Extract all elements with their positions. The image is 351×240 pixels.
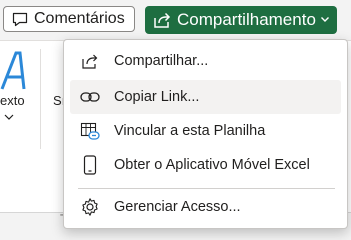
menu-item-label: Vincular a esta Planilha: [114, 123, 266, 139]
comments-button[interactable]: Comentários: [3, 6, 135, 32]
menu-item-copy-link[interactable]: Copiar Link...: [70, 80, 341, 114]
text-art-icon[interactable]: [0, 49, 26, 93]
chevron-down-icon[interactable]: [4, 113, 14, 121]
ribbon-divider: [40, 49, 41, 149]
link-icon: [80, 87, 100, 107]
comments-label: Comentários: [34, 10, 125, 27]
menu-divider: [78, 188, 335, 189]
mobile-phone-icon: [80, 155, 100, 175]
share-icon: [80, 51, 100, 71]
menu-item-manage-access[interactable]: Gerenciar Acesso...: [70, 190, 341, 224]
comment-icon: [11, 10, 29, 28]
menu-item-label: Gerenciar Acesso...: [114, 199, 241, 215]
share-icon: [152, 10, 172, 30]
title-bar: Comentários Compartilhamento: [0, 0, 351, 40]
menu-item-get-mobile-app[interactable]: Obter o Aplicativo Móvel Excel: [70, 148, 341, 182]
share-button[interactable]: Compartilhamento: [145, 6, 337, 34]
share-dropdown-menu: Compartilhar... Copiar Link... Vincular …: [63, 39, 348, 229]
menu-item-label: Compartilhar...: [114, 53, 209, 69]
menu-item-label: Copiar Link...: [114, 89, 200, 105]
gear-icon: [80, 197, 100, 217]
menu-item-share[interactable]: Compartilhar...: [70, 44, 341, 78]
ribbon-text-label[interactable]: exto: [0, 93, 25, 108]
menu-item-link-sheet[interactable]: Vincular a esta Planilha: [70, 114, 341, 148]
link-sheet-icon: [80, 121, 100, 141]
menu-item-label: Obter o Aplicativo Móvel Excel: [114, 157, 310, 173]
share-label: Compartilhamento: [177, 10, 316, 29]
chevron-down-icon[interactable]: [319, 13, 331, 25]
